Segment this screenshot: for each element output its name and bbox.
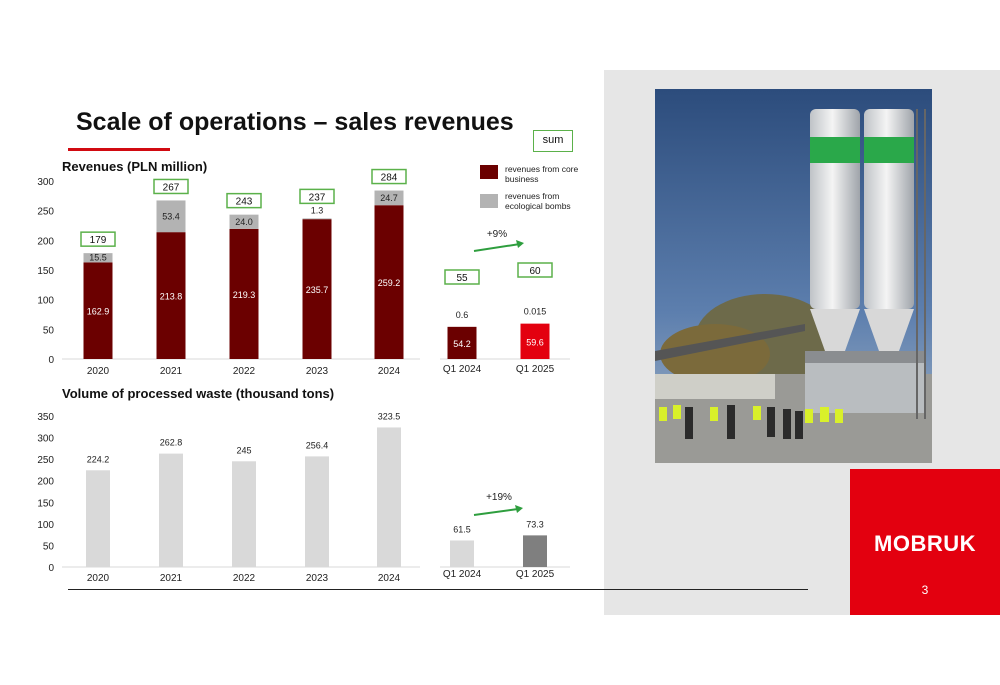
value-label-waste-2023: 256.4 (306, 440, 329, 450)
y-tick-label-revenues: 250 (37, 207, 54, 218)
value-label-waste-Q1-2024: 61.5 (453, 524, 471, 534)
value-label-core-Q1-2024: 54.2 (453, 339, 471, 349)
value-label-eco-2022: 24.0 (235, 217, 253, 227)
total-Q1-2024-label: 55 (456, 273, 468, 284)
y-tick-label-revenues: 150 (37, 266, 54, 277)
value-label-waste-2024: 323.5 (378, 411, 401, 421)
x-tick-label-waste: 2022 (233, 573, 256, 584)
total-2020-label: 179 (90, 235, 107, 246)
y-tick-label-waste: 200 (37, 477, 54, 488)
bar-waste-2024 (377, 427, 401, 567)
y-tick-label-waste: 150 (37, 498, 54, 509)
y-tick-label-revenues: 0 (48, 355, 54, 366)
x-tick-label-revenues: 2024 (378, 366, 401, 377)
x-tick-label-revenues: 2020 (87, 366, 110, 377)
y-tick-label-waste: 50 (43, 541, 55, 552)
value-label-waste-2021: 262.8 (160, 438, 183, 448)
value-label-eco-2020: 15.5 (89, 253, 107, 263)
x-tick-label-revenues-q1: Q1 2025 (516, 364, 555, 375)
x-tick-label-waste: 2021 (160, 573, 183, 584)
growth-label-revenues: +9% (487, 229, 507, 240)
value-label-core-2023: 235.7 (306, 285, 329, 295)
y-tick-label-waste: 0 (48, 563, 54, 574)
value-label-waste-2020: 224.2 (87, 454, 110, 464)
total-2022-label: 243 (236, 197, 253, 208)
bar-waste-2023 (305, 456, 329, 567)
value-label-eco-2024: 24.7 (380, 193, 398, 203)
value-label-core-2020: 162.9 (87, 307, 110, 317)
growth-arrowhead-revenues (516, 240, 524, 248)
bar-waste-2022 (232, 461, 256, 567)
value-label-eco-2023: 1.3 (311, 205, 324, 215)
value-label-eco-2021: 53.4 (162, 211, 180, 221)
x-tick-label-revenues: 2021 (160, 366, 183, 377)
value-label-waste-2022: 245 (236, 445, 251, 455)
value-label-core-2024: 259.2 (378, 278, 401, 288)
value-label-waste-Q1-2025: 73.3 (526, 519, 544, 529)
y-tick-label-waste: 300 (37, 434, 54, 445)
bottom-rule (68, 589, 808, 590)
value-label-core-2021: 213.8 (160, 292, 183, 302)
y-tick-label-revenues: 100 (37, 296, 54, 307)
growth-arrow-revenues (473, 243, 521, 252)
charts-canvas: 0 50 100 150 200 250 300 162.9 15.5 179 2020 213.8 5… (37, 168, 570, 584)
y-tick-label-waste: 100 (37, 520, 54, 531)
growth-arrow-waste (473, 508, 519, 516)
value-label-core-2022: 219.3 (233, 290, 256, 300)
x-tick-label-revenues: 2023 (306, 366, 329, 377)
x-tick-label-revenues-q1: Q1 2024 (443, 364, 482, 375)
x-tick-label-waste: 2024 (378, 573, 401, 584)
y-tick-label-revenues: 300 (37, 177, 54, 188)
x-tick-label-waste: 2023 (306, 573, 329, 584)
growth-arrowhead-waste (515, 505, 523, 513)
total-2024-label: 284 (381, 173, 398, 184)
bar-eco-2023 (302, 218, 332, 220)
x-tick-label-waste-q1: Q1 2024 (443, 569, 482, 580)
value-label-core-Q1-2025: 59.6 (526, 337, 544, 347)
bar-waste-Q1-2024 (450, 540, 474, 567)
y-tick-label-waste: 350 (37, 412, 54, 423)
x-tick-label-waste: 2020 (87, 573, 110, 584)
bar-waste-Q1-2025 (523, 535, 547, 567)
y-tick-label-revenues: 50 (43, 325, 55, 336)
x-tick-label-revenues: 2022 (233, 366, 256, 377)
bar-waste-2021 (159, 453, 183, 567)
total-Q1-2025-label: 60 (529, 266, 541, 277)
growth-label-waste: +19% (486, 492, 512, 503)
bar-waste-2020 (86, 470, 110, 567)
y-tick-label-revenues: 200 (37, 236, 54, 247)
total-2023-label: 237 (309, 192, 326, 203)
x-tick-label-waste-q1: Q1 2025 (516, 569, 555, 580)
y-tick-label-waste: 250 (37, 455, 54, 466)
value-label-eco-Q1-2025: 0.015 (524, 307, 547, 317)
total-2021-label: 267 (163, 182, 180, 193)
value-label-eco-Q1-2024: 0.6 (456, 310, 469, 320)
